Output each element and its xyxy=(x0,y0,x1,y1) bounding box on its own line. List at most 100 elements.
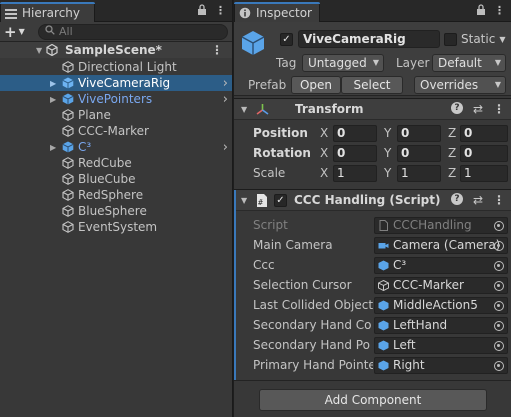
collapse-arrow-icon[interactable]: ▼ xyxy=(241,105,247,114)
secondary-hand-controller-row: Secondary Hand Con LeftHand xyxy=(234,316,511,334)
layer-dropdown[interactable]: Default ▼ xyxy=(432,54,506,72)
scene-menu-icon[interactable]: ⋮ xyxy=(211,43,223,57)
scale-y-field[interactable]: 1 xyxy=(397,164,441,182)
script-icon: # xyxy=(255,193,269,211)
secondary-hand-controller-field[interactable]: LeftHand xyxy=(374,316,508,334)
script-field[interactable]: CCCHandling xyxy=(374,216,508,234)
list-item[interactable]: Directional Light xyxy=(0,59,232,75)
axis-y-label[interactable]: Y xyxy=(384,166,391,180)
more-options-icon[interactable]: ⋮ xyxy=(494,4,505,18)
create-button[interactable]: + ▼ xyxy=(4,23,32,41)
object-name-field[interactable]: ViveCameraRig xyxy=(298,30,440,48)
axis-z-label[interactable]: Z xyxy=(448,146,456,160)
position-z-field[interactable]: 0 xyxy=(460,124,508,142)
ccc-handling-header[interactable]: ▼ # ✓ CCC Handling (Script) ? ⇄ ⋮ xyxy=(234,189,511,211)
last-collided-field[interactable]: MiddleAction5 xyxy=(374,296,508,314)
list-item[interactable]: ▶ C³ › xyxy=(0,139,232,155)
dropdown-arrow-icon: ▼ xyxy=(372,58,379,67)
list-item[interactable]: EventSystem xyxy=(0,219,232,235)
prefab-icon xyxy=(62,77,74,92)
more-options-icon[interactable]: ⋮ xyxy=(215,4,226,18)
tab-hierarchy[interactable]: Hierarchy xyxy=(0,2,95,22)
search-input[interactable] xyxy=(59,25,209,38)
object-picker-icon[interactable] xyxy=(494,360,504,371)
selection-cursor-field[interactable]: CCC-Marker xyxy=(374,276,508,294)
object-picker-icon[interactable] xyxy=(494,280,504,291)
expand-arrow-icon[interactable]: ▼ xyxy=(36,46,42,55)
axis-x-label[interactable]: X xyxy=(320,166,328,180)
expand-arrow-icon[interactable]: ▶ xyxy=(50,79,56,88)
object-picker-icon[interactable] xyxy=(494,300,504,311)
dropdown-arrow-icon[interactable]: ▼ xyxy=(499,35,505,44)
static-toggle[interactable]: Static ▼ xyxy=(444,32,505,46)
object-picker-icon[interactable] xyxy=(494,340,504,351)
axis-x-label[interactable]: X xyxy=(320,126,328,140)
primary-hand-pointer-label: Primary Hand Pointer xyxy=(253,358,373,372)
overrides-dropdown[interactable]: Overrides ▼ xyxy=(414,76,506,94)
presets-icon[interactable]: ⇄ xyxy=(473,193,483,207)
axis-z-label[interactable]: Z xyxy=(448,166,456,180)
unity-scene-icon xyxy=(46,43,58,59)
gameobject-icon xyxy=(62,61,74,76)
secondary-hand-pointer-field[interactable]: Left xyxy=(374,336,508,354)
list-item[interactable]: BlueCube xyxy=(0,171,232,187)
static-checkbox[interactable] xyxy=(444,32,457,46)
rotation-z-field[interactable]: 0 xyxy=(460,144,508,162)
position-y-field[interactable]: 0 xyxy=(397,124,441,142)
transform-header[interactable]: ▼ Transform ? ⇄ ⋮ xyxy=(234,98,511,120)
active-checkbox[interactable]: ✓ xyxy=(280,33,293,46)
prefab-select-button[interactable]: Select xyxy=(341,76,403,94)
chevron-right-icon[interactable]: › xyxy=(223,92,228,107)
gameobject-icon xyxy=(62,205,74,220)
tag-dropdown[interactable]: Untagged ▼ xyxy=(302,54,384,72)
expand-arrow-icon[interactable]: ▶ xyxy=(50,143,56,152)
axis-y-label[interactable]: Y xyxy=(384,146,391,160)
scale-x-field[interactable]: 1 xyxy=(333,164,377,182)
help-icon[interactable]: ? xyxy=(450,193,463,205)
primary-hand-pointer-field[interactable]: Right xyxy=(374,356,508,374)
chevron-right-icon[interactable]: › xyxy=(223,140,228,155)
object-picker-icon[interactable] xyxy=(494,260,504,271)
object-picker-icon[interactable] xyxy=(494,220,504,231)
list-item[interactable]: ▶ VivePointers › xyxy=(0,91,232,107)
presets-icon[interactable]: ⇄ xyxy=(473,102,483,116)
lock-icon[interactable] xyxy=(197,4,207,18)
list-item[interactable]: RedSphere xyxy=(0,187,232,203)
lock-icon[interactable] xyxy=(476,4,486,18)
axis-x-label[interactable]: X xyxy=(320,146,328,160)
chevron-right-icon[interactable]: › xyxy=(223,76,228,91)
help-icon[interactable]: ? xyxy=(450,102,463,114)
list-item[interactable]: RedCube xyxy=(0,155,232,171)
component-enabled-checkbox[interactable]: ✓ xyxy=(274,194,287,207)
rotation-label: Rotation xyxy=(253,146,311,160)
component-menu-icon[interactable]: ⋮ xyxy=(493,102,505,116)
list-item[interactable]: BlueSphere xyxy=(0,203,232,219)
divider xyxy=(234,380,511,381)
prefab-open-button[interactable]: Open xyxy=(291,76,341,94)
hierarchy-panel: Hierarchy ⋮ +▼ ▼ SampleScene* ⋮ xyxy=(0,0,233,417)
inspector-panel: Inspector ⋮ ✓ ViveCameraRig Static ▼ Tag… xyxy=(234,0,511,417)
list-item[interactable]: ▶ ViveCameraRig › xyxy=(0,75,232,91)
rotation-x-field[interactable]: 0 xyxy=(333,144,377,162)
object-picker-icon[interactable] xyxy=(494,320,504,331)
list-item[interactable]: Plane xyxy=(0,107,232,123)
tab-inspector[interactable]: Inspector xyxy=(234,2,320,22)
main-camera-field[interactable]: Camera (Camera) xyxy=(374,236,508,254)
axis-y-label[interactable]: Y xyxy=(384,126,391,140)
axis-z-label[interactable]: Z xyxy=(448,126,456,140)
component-menu-icon[interactable]: ⋮ xyxy=(493,193,505,207)
expand-arrow-icon[interactable]: ▶ xyxy=(50,95,56,104)
list-item[interactable]: CCC-Marker xyxy=(0,123,232,139)
scale-z-field[interactable]: 1 xyxy=(460,164,508,182)
add-component-button[interactable]: Add Component xyxy=(259,389,487,411)
position-x-field[interactable]: 0 xyxy=(333,124,377,142)
rotation-y-field[interactable]: 0 xyxy=(397,144,441,162)
scene-row[interactable]: ▼ SampleScene* ⋮ xyxy=(0,42,232,58)
object-picker-icon[interactable] xyxy=(494,240,504,251)
last-collided-row: Last Collided Object MiddleAction5 xyxy=(234,296,511,314)
ccc-field[interactable]: C³ xyxy=(374,256,508,274)
list-icon xyxy=(5,8,17,19)
prefab-label: Prefab xyxy=(248,78,287,92)
dropdown-arrow-icon: ▼ xyxy=(494,58,501,67)
collapse-arrow-icon[interactable]: ▼ xyxy=(241,196,247,205)
